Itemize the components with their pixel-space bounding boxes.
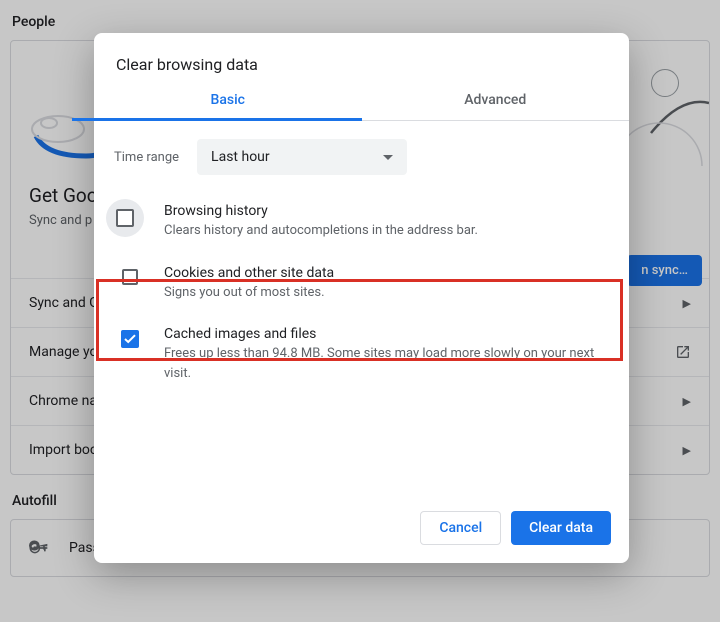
checkbox-focus-ring [106, 199, 144, 237]
dialog-tabs: Basic Advanced [94, 92, 629, 121]
checkmark-icon [124, 334, 136, 344]
option-cookies[interactable]: Cookies and other site data Signs you ou… [114, 257, 609, 319]
time-range-row: Time range Last hour [114, 139, 609, 175]
option-title: Browsing history [164, 203, 609, 219]
checkbox-unchecked-icon[interactable] [122, 269, 138, 285]
time-range-value: Last hour [211, 149, 270, 165]
time-range-label: Time range [114, 150, 179, 165]
option-subtitle: Signs you out of most sites. [164, 283, 609, 303]
dialog-title: Clear browsing data [94, 33, 629, 92]
checkbox-unchecked-icon[interactable] [116, 209, 134, 227]
dialog-footer: Cancel Clear data [94, 497, 629, 563]
modal-overlay: Clear browsing data Basic Advanced Time … [0, 0, 720, 622]
option-cached-images[interactable]: Cached images and files Frees up less th… [114, 318, 609, 399]
cancel-button[interactable]: Cancel [420, 511, 501, 545]
checkbox-checked-icon[interactable] [121, 330, 139, 348]
option-browsing-history[interactable]: Browsing history Clears history and auto… [114, 195, 609, 257]
clear-browsing-data-dialog: Clear browsing data Basic Advanced Time … [94, 33, 629, 563]
option-subtitle: Frees up less than 94.8 MB. Some sites m… [164, 344, 609, 383]
option-title: Cookies and other site data [164, 265, 609, 281]
tab-basic[interactable]: Basic [94, 92, 362, 120]
time-range-select[interactable]: Last hour [197, 139, 407, 175]
tab-advanced[interactable]: Advanced [362, 92, 630, 120]
caret-down-icon [383, 155, 393, 160]
dialog-body: Time range Last hour Browsing history Cl… [94, 121, 629, 497]
option-subtitle: Clears history and autocompletions in th… [164, 221, 609, 241]
option-title: Cached images and files [164, 326, 609, 342]
clear-data-button[interactable]: Clear data [511, 511, 611, 545]
